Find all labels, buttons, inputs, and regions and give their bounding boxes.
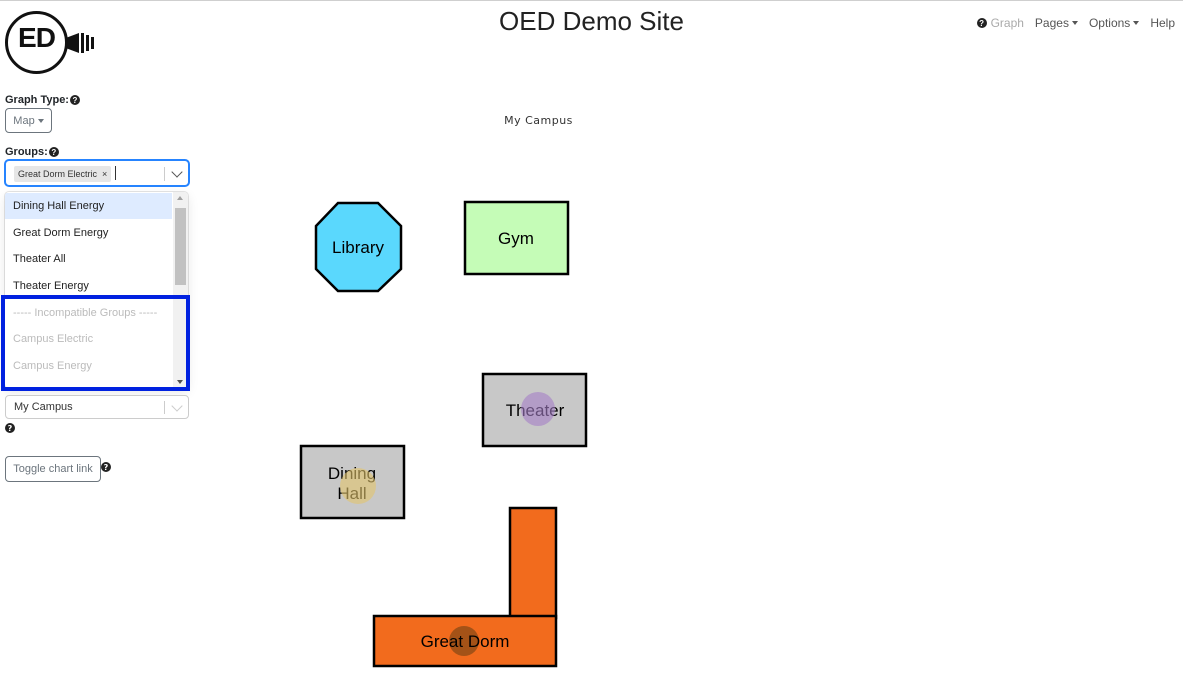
great-dorm-building-wing[interactable] (508, 506, 558, 620)
campus-map: Library Gym Theater Dining Hall Great Do… (299, 200, 588, 668)
great-dorm-label: Great Dorm (421, 632, 510, 651)
library-label: Library (332, 238, 384, 257)
gym-label: Gym (498, 229, 534, 248)
theater-reading-marker[interactable] (521, 392, 555, 426)
dining-hall-reading-marker[interactable] (340, 468, 376, 504)
